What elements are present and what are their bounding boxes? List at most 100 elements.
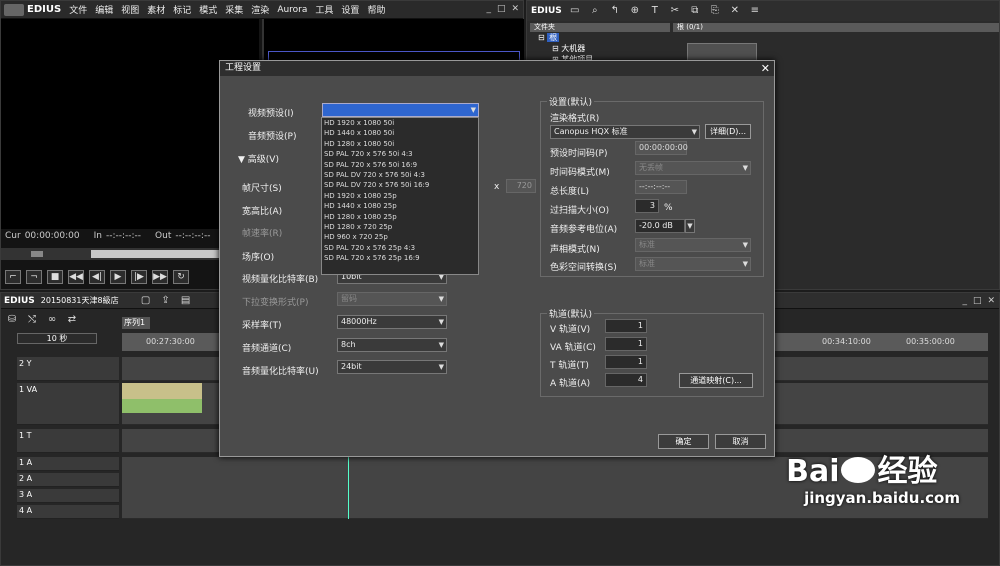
loop-icon[interactable]: ↻ xyxy=(173,270,189,284)
preset-option[interactable]: HD 1280 x 1080 50i xyxy=(322,139,478,149)
tc-mode-select[interactable]: 无丢帧 ▼ xyxy=(635,161,751,175)
tree-root[interactable]: ⊟ 根 xyxy=(538,32,670,43)
total-length-field[interactable]: --:--:--:-- xyxy=(635,180,687,194)
up-folder-icon[interactable]: ↰ xyxy=(608,5,622,17)
detail-button[interactable]: 详细(D)... xyxy=(705,124,751,139)
folder-icon[interactable]: ▭ xyxy=(568,5,582,17)
stop-icon[interactable]: ■ xyxy=(47,270,63,284)
timeline-minimize-icon[interactable]: _ xyxy=(962,296,967,306)
audio-clip[interactable] xyxy=(122,399,202,413)
track-header-1t[interactable]: 1 T xyxy=(17,429,119,453)
step-back-icon[interactable]: ◀| xyxy=(89,270,105,284)
frame-height-field[interactable]: 720 xyxy=(506,179,536,193)
audio-ref-field[interactable]: -20.0 dB xyxy=(635,219,685,233)
fast-forward-icon[interactable]: ▶▶ xyxy=(152,270,168,284)
preset-option[interactable]: SD PAL 720 x 576 50i 16:9 xyxy=(322,160,478,170)
advanced-toggle[interactable]: ▼ 高级(V) xyxy=(238,152,279,165)
preset-option[interactable]: SD PAL 720 x 576 25p 16:9 xyxy=(322,253,478,263)
menu-mode[interactable]: 模式 xyxy=(199,3,217,16)
zoom-level[interactable]: 10 秒 xyxy=(17,333,97,344)
dialog-close-icon[interactable]: ✕ xyxy=(761,62,770,75)
maximize-icon[interactable]: □ xyxy=(497,4,506,14)
video-clip[interactable] xyxy=(122,383,202,399)
scrub-handle[interactable] xyxy=(31,251,43,257)
minimize-icon[interactable]: _ xyxy=(486,4,491,14)
preset-option[interactable]: HD 960 x 720 25p xyxy=(322,232,478,242)
color-select[interactable]: 标准 ▼ xyxy=(635,257,751,271)
mode-icon[interactable]: ⛁ xyxy=(5,314,19,326)
properties-icon[interactable]: ≡ xyxy=(748,5,762,17)
menu-tools[interactable]: 工具 xyxy=(315,3,333,16)
sample-rate-select[interactable]: 48000Hz ▼ xyxy=(337,315,447,329)
save-icon[interactable]: ▤ xyxy=(179,295,193,307)
menu-capture[interactable]: 采集 xyxy=(225,3,243,16)
track-header-2a[interactable]: 2 A xyxy=(17,473,119,487)
new-sequence-icon[interactable]: ▢ xyxy=(139,295,153,307)
menu-marker[interactable]: 标记 xyxy=(173,3,191,16)
track-header-1a[interactable]: 1 A xyxy=(17,457,119,471)
menu-view[interactable]: 视图 xyxy=(121,3,139,16)
out-point-icon[interactable]: ¬ xyxy=(26,270,42,284)
sequence-tab[interactable]: 序列1 xyxy=(122,317,150,329)
menu-file[interactable]: 文件 xyxy=(69,3,87,16)
video-preset-select[interactable]: ▼ xyxy=(322,103,479,117)
step-forward-icon[interactable]: |▶ xyxy=(131,270,147,284)
audio-channels-select[interactable]: 8ch ▼ xyxy=(337,338,447,352)
frame-rate-label: 帧速率(R) xyxy=(242,229,283,239)
paste-icon[interactable]: ⎘ xyxy=(708,5,722,17)
preset-tc-field[interactable]: 00:00:00:00 xyxy=(635,141,688,155)
search-icon[interactable]: ⌕ xyxy=(588,5,602,17)
track-header-4a[interactable]: 4 A xyxy=(17,505,119,519)
cut-icon[interactable]: ✂ xyxy=(668,5,682,17)
audio-ref-chevron-icon[interactable]: ▼ xyxy=(685,219,695,233)
track-header-2y[interactable]: 2 Y xyxy=(17,357,119,381)
preset-option[interactable]: HD 1920 x 1080 50i xyxy=(322,118,478,128)
copy-icon[interactable]: ⧉ xyxy=(688,5,702,17)
timeline-close-icon[interactable]: ✕ xyxy=(987,296,995,306)
overscan-field[interactable]: 3 xyxy=(635,199,659,213)
close-icon[interactable]: ✕ xyxy=(511,4,519,14)
menu-aurora[interactable]: Aurora xyxy=(277,5,307,15)
channel-map-button[interactable]: 通道映射(C)... xyxy=(679,373,753,388)
menu-edit[interactable]: 编辑 xyxy=(95,3,113,16)
preset-option[interactable]: HD 1280 x 720 25p xyxy=(322,222,478,232)
title-icon[interactable]: T xyxy=(648,5,662,17)
preset-option[interactable]: HD 1440 x 1080 50i xyxy=(322,128,478,138)
preset-option[interactable]: SD PAL 720 x 576 50i 4:3 xyxy=(322,149,478,159)
rewind-icon[interactable]: ◀◀ xyxy=(68,270,84,284)
va-track-field[interactable]: 1 xyxy=(605,337,647,351)
clip-panel: 根 (0/1) xyxy=(673,23,999,83)
pan-select[interactable]: 标准 ▼ xyxy=(635,238,751,252)
audio-quant-select[interactable]: 24bit ▼ xyxy=(337,360,447,374)
pulldown-select[interactable]: 留码 ▼ xyxy=(337,292,447,306)
play-icon[interactable]: ▶ xyxy=(110,270,126,284)
ripple-icon[interactable]: ⤭ xyxy=(25,314,39,326)
render-format-select[interactable]: Canopus HQX 标准 ▼ xyxy=(550,125,700,139)
link-icon[interactable]: ∞ xyxy=(45,314,59,326)
a-track-field[interactable]: 4 xyxy=(605,373,647,387)
tree-folder-1[interactable]: ⊟ 大机器 xyxy=(538,43,670,54)
open-icon[interactable]: ⇪ xyxy=(159,295,173,307)
timeline-maximize-icon[interactable]: □ xyxy=(973,296,982,306)
menu-render[interactable]: 渲染 xyxy=(251,3,269,16)
cancel-button[interactable]: 取消 xyxy=(715,434,766,449)
v-track-field[interactable]: 1 xyxy=(605,319,647,333)
menu-settings[interactable]: 设置 xyxy=(341,3,359,16)
delete-icon[interactable]: ✕ xyxy=(728,5,742,17)
playhead[interactable] xyxy=(348,457,349,519)
preset-option[interactable]: SD PAL DV 720 x 576 50i 4:3 xyxy=(322,170,478,180)
preset-option[interactable]: SD PAL DV 720 x 576 50i 16:9 xyxy=(322,180,478,190)
add-clip-icon[interactable]: ⊕ xyxy=(628,5,642,17)
preset-option[interactable]: HD 1920 x 1080 25p xyxy=(322,191,478,201)
preset-option[interactable]: HD 1280 x 1080 25p xyxy=(322,212,478,222)
track-header-3a[interactable]: 3 A xyxy=(17,489,119,503)
preset-option[interactable]: SD PAL 720 x 576 25p 4:3 xyxy=(322,243,478,253)
menu-clip[interactable]: 素材 xyxy=(147,3,165,16)
in-point-icon[interactable]: ⌐ xyxy=(5,270,21,284)
preset-option[interactable]: HD 1440 x 1080 25p xyxy=(322,201,478,211)
t-track-field[interactable]: 1 xyxy=(605,355,647,369)
sync-icon[interactable]: ⇄ xyxy=(65,314,79,326)
menu-help[interactable]: 帮助 xyxy=(367,3,385,16)
ok-button[interactable]: 确定 xyxy=(658,434,709,449)
track-header-1va[interactable]: 1 VA xyxy=(17,383,119,425)
